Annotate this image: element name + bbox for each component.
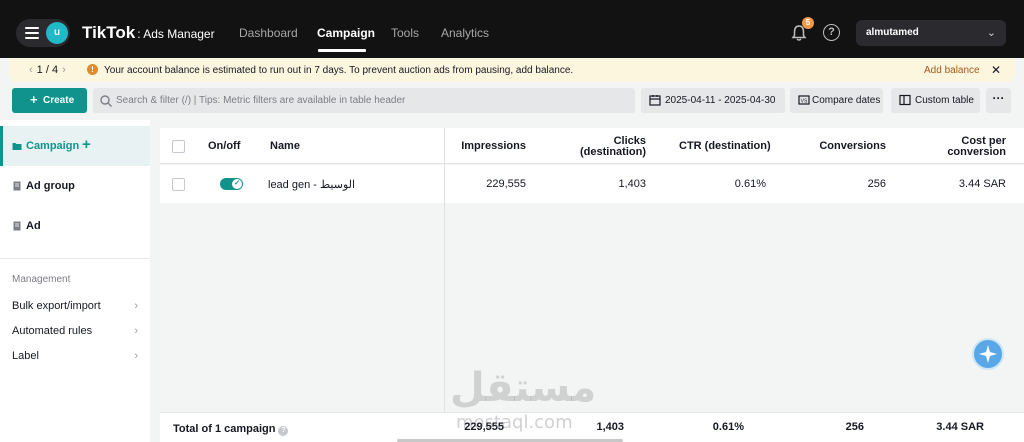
table-header: On/off Name Impressions Clicks (destinat… <box>160 128 1024 164</box>
sidebar-item-label: Bulk export/import <box>12 300 101 312</box>
brand-subtitle: : Ads Manager <box>137 27 215 41</box>
column-header-clicks[interactable]: Clicks (destination) <box>546 136 646 158</box>
total-label: Total of 1 campaign? <box>173 423 289 436</box>
account-name: almutamed <box>866 27 919 38</box>
cell-cost-per-conversion: 3.44 SAR <box>958 178 1006 190</box>
calendar-icon <box>649 95 661 106</box>
select-all-checkbox[interactable] <box>172 140 185 153</box>
date-range-value: 2025-04-11 - 2025-04-30 <box>665 95 776 106</box>
compare-dates-label: Compare dates <box>812 95 881 106</box>
plus-icon: + <box>30 92 38 107</box>
folder-icon <box>12 143 22 150</box>
cell-impressions: 229,555 <box>486 178 526 190</box>
custom-table-label: Custom table <box>915 95 974 106</box>
warning-icon: ! <box>87 64 98 75</box>
total-cost-per-conversion: 3.44 SAR <box>936 421 984 433</box>
column-header-conversions[interactable]: Conversions <box>786 141 886 152</box>
add-balance-link[interactable]: Add balance <box>924 65 980 76</box>
help-icon[interactable]: ? <box>823 24 840 41</box>
sidebar-item-label-menu[interactable]: Label › <box>12 350 140 368</box>
compare-icon: VS <box>798 95 810 105</box>
next-notice-button[interactable]: › <box>62 64 66 76</box>
notice-page-count: 1 / 4 <box>36 64 59 76</box>
svg-text:VS: VS <box>801 99 808 105</box>
close-icon[interactable]: ✕ <box>991 63 1001 77</box>
check-icon: ✓ <box>232 179 242 189</box>
total-label-text: Total of 1 campaign <box>173 423 276 435</box>
table-total-row: Total of 1 campaign? 229,555 1,403 0.61%… <box>160 412 1024 442</box>
top-navigation-bar: u TikTok: Ads Manager Dashboard Campaign… <box>0 0 1024 58</box>
notice-message: Your account balance is estimated to run… <box>104 65 574 76</box>
hamburger-icon[interactable] <box>25 27 39 39</box>
info-icon[interactable]: ? <box>278 426 289 436</box>
create-button[interactable]: + Create <box>12 88 87 113</box>
balance-notice-banner: ‹ 1 / 4 › ! Your account balance is estima… <box>9 58 1015 82</box>
nav-tools[interactable]: Tools <box>391 26 419 40</box>
frozen-column-divider <box>444 128 445 414</box>
notification-badge: 5 <box>802 17 814 29</box>
chevron-right-icon: › <box>134 350 138 362</box>
more-options-button[interactable]: ··· <box>986 88 1011 113</box>
table-row[interactable]: ✓ lead gen - الوسيط 229,555 1,403 0.61% … <box>160 165 1024 203</box>
assistant-icon[interactable] <box>972 338 1004 370</box>
sidebar-item-campaign[interactable]: Campaign + <box>0 126 150 166</box>
document-icon <box>13 221 21 231</box>
cell-ctr: 0.61% <box>734 178 766 190</box>
total-conversions: 256 <box>845 421 864 433</box>
sidebar-item-automated-rules[interactable]: Automated rules › <box>12 325 140 343</box>
sidebar-item-bulk-export-import[interactable]: Bulk export/import › <box>12 300 140 318</box>
create-button-label: Create <box>43 95 75 106</box>
cell-clicks: 1,403 <box>618 178 646 190</box>
nav-dashboard[interactable]: Dashboard <box>239 26 298 40</box>
prev-notice-button[interactable]: ‹ <box>29 64 33 76</box>
nav-campaign[interactable]: Campaign <box>317 26 375 40</box>
sidebar-item-ad-group[interactable]: Ad group <box>0 166 150 206</box>
notice-pager: ‹ 1 / 4 › <box>25 64 70 76</box>
watermark-logo: مستقل <box>450 365 597 411</box>
search-filter-bar[interactable] <box>93 88 635 113</box>
column-header-clicks-line2: (destination) <box>580 146 646 158</box>
brand-logo[interactable]: TikTok: Ads Manager <box>82 23 215 43</box>
chevron-right-icon: › <box>134 325 138 337</box>
watermark-url: mostaql.com <box>456 412 573 433</box>
add-campaign-icon[interactable]: + <box>82 136 91 153</box>
chevron-down-icon: ⌄ <box>986 27 996 39</box>
account-selector[interactable]: almutamed ⌄ <box>856 20 1006 46</box>
column-header-impressions[interactable]: Impressions <box>446 141 526 152</box>
sidebar-item-label: Ad group <box>26 180 75 192</box>
avatar[interactable]: u <box>46 22 68 44</box>
nav-analytics[interactable]: Analytics <box>441 26 489 40</box>
date-range-picker[interactable]: 2025-04-11 - 2025-04-30 <box>641 88 785 113</box>
sidebar-item-ad[interactable]: Ad <box>0 206 150 246</box>
custom-table-button[interactable]: Custom table <box>891 88 980 113</box>
sidebar: Campaign + Ad group Ad Management Bulk e… <box>0 120 150 442</box>
active-nav-indicator <box>318 49 366 52</box>
total-ctr: 0.61% <box>712 421 744 433</box>
compare-dates-button[interactable]: VS Compare dates <box>790 88 883 113</box>
column-header-ctr[interactable]: CTR (destination) <box>679 141 771 152</box>
sidebar-item-label: Campaign <box>26 140 80 152</box>
cell-conversions: 256 <box>867 178 886 190</box>
column-header-cpc-line2: conversion <box>947 146 1006 158</box>
campaign-toggle[interactable]: ✓ <box>220 178 243 190</box>
search-icon <box>100 95 112 107</box>
column-header-cost-per-conversion[interactable]: Cost per conversion <box>906 136 1006 158</box>
chevron-right-icon: › <box>134 300 138 312</box>
search-input[interactable] <box>116 93 626 108</box>
campaign-name-link[interactable]: lead gen - الوسيط <box>268 178 355 191</box>
menu-account-switcher[interactable]: u <box>16 19 70 47</box>
document-icon <box>13 181 21 191</box>
column-header-name[interactable]: Name <box>270 141 300 152</box>
table-icon <box>899 94 911 106</box>
sidebar-item-label: Automated rules <box>12 325 93 337</box>
sidebar-item-label: Label <box>12 350 39 362</box>
brand-name: TikTok <box>82 23 136 42</box>
row-checkbox[interactable] <box>172 178 185 191</box>
management-heading: Management <box>12 274 71 285</box>
sidebar-item-label: Ad <box>26 220 41 232</box>
sidebar-divider <box>0 258 150 259</box>
column-header-onoff[interactable]: On/off <box>208 141 240 152</box>
